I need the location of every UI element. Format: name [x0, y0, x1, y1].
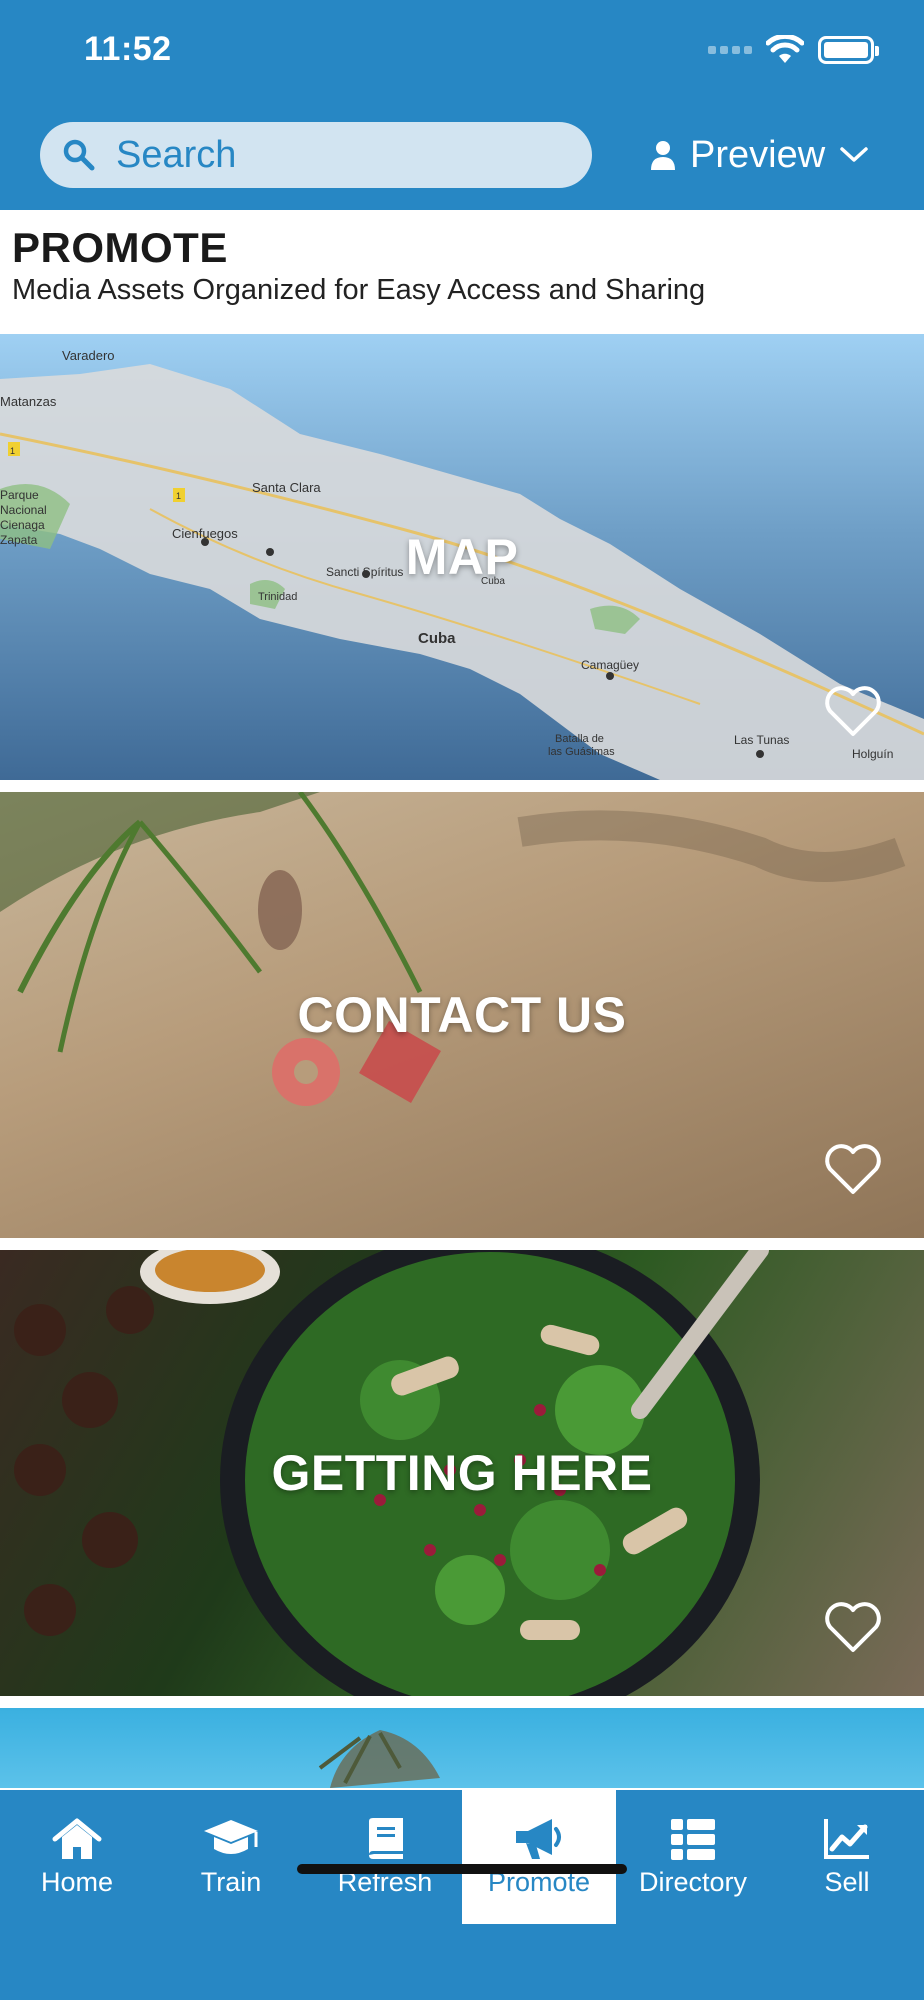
- map-label-trinidad: Trinidad: [258, 591, 297, 603]
- nav-item-home[interactable]: Home: [0, 1790, 154, 1924]
- page-subtitle: Media Assets Organized for Easy Access a…: [12, 274, 706, 306]
- nav-item-promote[interactable]: Promote: [462, 1790, 616, 1924]
- search-input[interactable]: [116, 133, 536, 177]
- map-label-santa-clara: Santa Clara: [252, 480, 321, 495]
- heart-icon[interactable]: [824, 1142, 882, 1196]
- nav-label: Train: [200, 1866, 262, 1897]
- card-title: GETTING HERE: [271, 1445, 653, 1501]
- chart-icon: [824, 1818, 869, 1859]
- nav-item-sell[interactable]: Sell: [770, 1790, 924, 1924]
- preview-label: Preview: [690, 133, 826, 176]
- graduation-cap-icon: [204, 1819, 258, 1854]
- card-title: MAP: [405, 529, 519, 585]
- search-bar[interactable]: [40, 122, 592, 188]
- battery-icon: [818, 36, 879, 64]
- megaphone-icon: [516, 1818, 561, 1859]
- user-icon: [651, 141, 675, 170]
- search-icon: [63, 139, 95, 171]
- wifi-icon: [766, 35, 804, 63]
- top-bar: 11:52 Preview: [0, 0, 924, 210]
- heart-icon[interactable]: [824, 1600, 882, 1654]
- map-label-nacional: Nacional: [0, 503, 47, 517]
- nav-label: Directory: [638, 1866, 747, 1897]
- map-route-1a: 1: [10, 446, 15, 456]
- card-contact-us[interactable]: CONTACT US: [0, 792, 924, 1238]
- map-label-holguin: Holguín: [852, 747, 893, 761]
- card-title: CONTACT US: [297, 987, 627, 1043]
- nav-item-train[interactable]: Train: [154, 1790, 308, 1924]
- book-icon: [369, 1817, 403, 1859]
- home-indicator: [297, 1864, 627, 1874]
- nav-item-directory[interactable]: Directory: [616, 1790, 770, 1924]
- page-title: PROMOTE: [12, 224, 228, 271]
- card-partial[interactable]: [0, 1708, 924, 1788]
- map-label-cuba: Cuba: [418, 630, 456, 647]
- nav-label: Sell: [824, 1866, 870, 1897]
- list-icon: [671, 1818, 715, 1860]
- map-label-parque: Parque: [0, 488, 39, 502]
- card-getting-here[interactable]: GETTING HERE: [0, 1250, 924, 1696]
- nav-item-refresh[interactable]: Refresh: [308, 1790, 462, 1924]
- heart-icon[interactable]: [824, 684, 882, 738]
- preview-dropdown[interactable]: Preview: [650, 122, 869, 188]
- map-label-batalla: Batalla de: [555, 733, 604, 745]
- map-route-1b: 1: [176, 491, 181, 501]
- map-label-camaguey: Camagüey: [581, 658, 639, 672]
- nav-label: Home: [40, 1866, 114, 1897]
- palm-image: [318, 1730, 440, 1788]
- status-indicators: [708, 30, 879, 70]
- status-time: 11:52: [84, 30, 172, 68]
- chevron-down-icon: [840, 147, 868, 162]
- map-label-las-tunas: Las Tunas: [734, 733, 789, 747]
- bottom-nav: Home Train Refresh Promote Directory Sel…: [0, 1790, 924, 2000]
- home-icon: [52, 1818, 102, 1859]
- map-label-matanzas: Matanzas: [0, 394, 57, 409]
- map-label-guasimas: las Guásimas: [548, 746, 615, 758]
- map-label-varadero: Varadero: [62, 348, 115, 363]
- card-map[interactable]: Varadero Matanzas 1 1 Santa Clara Cienfu…: [0, 334, 924, 780]
- cellular-signal-icon: [708, 46, 752, 54]
- page-header: PROMOTE Media Assets Organized for Easy …: [0, 210, 924, 334]
